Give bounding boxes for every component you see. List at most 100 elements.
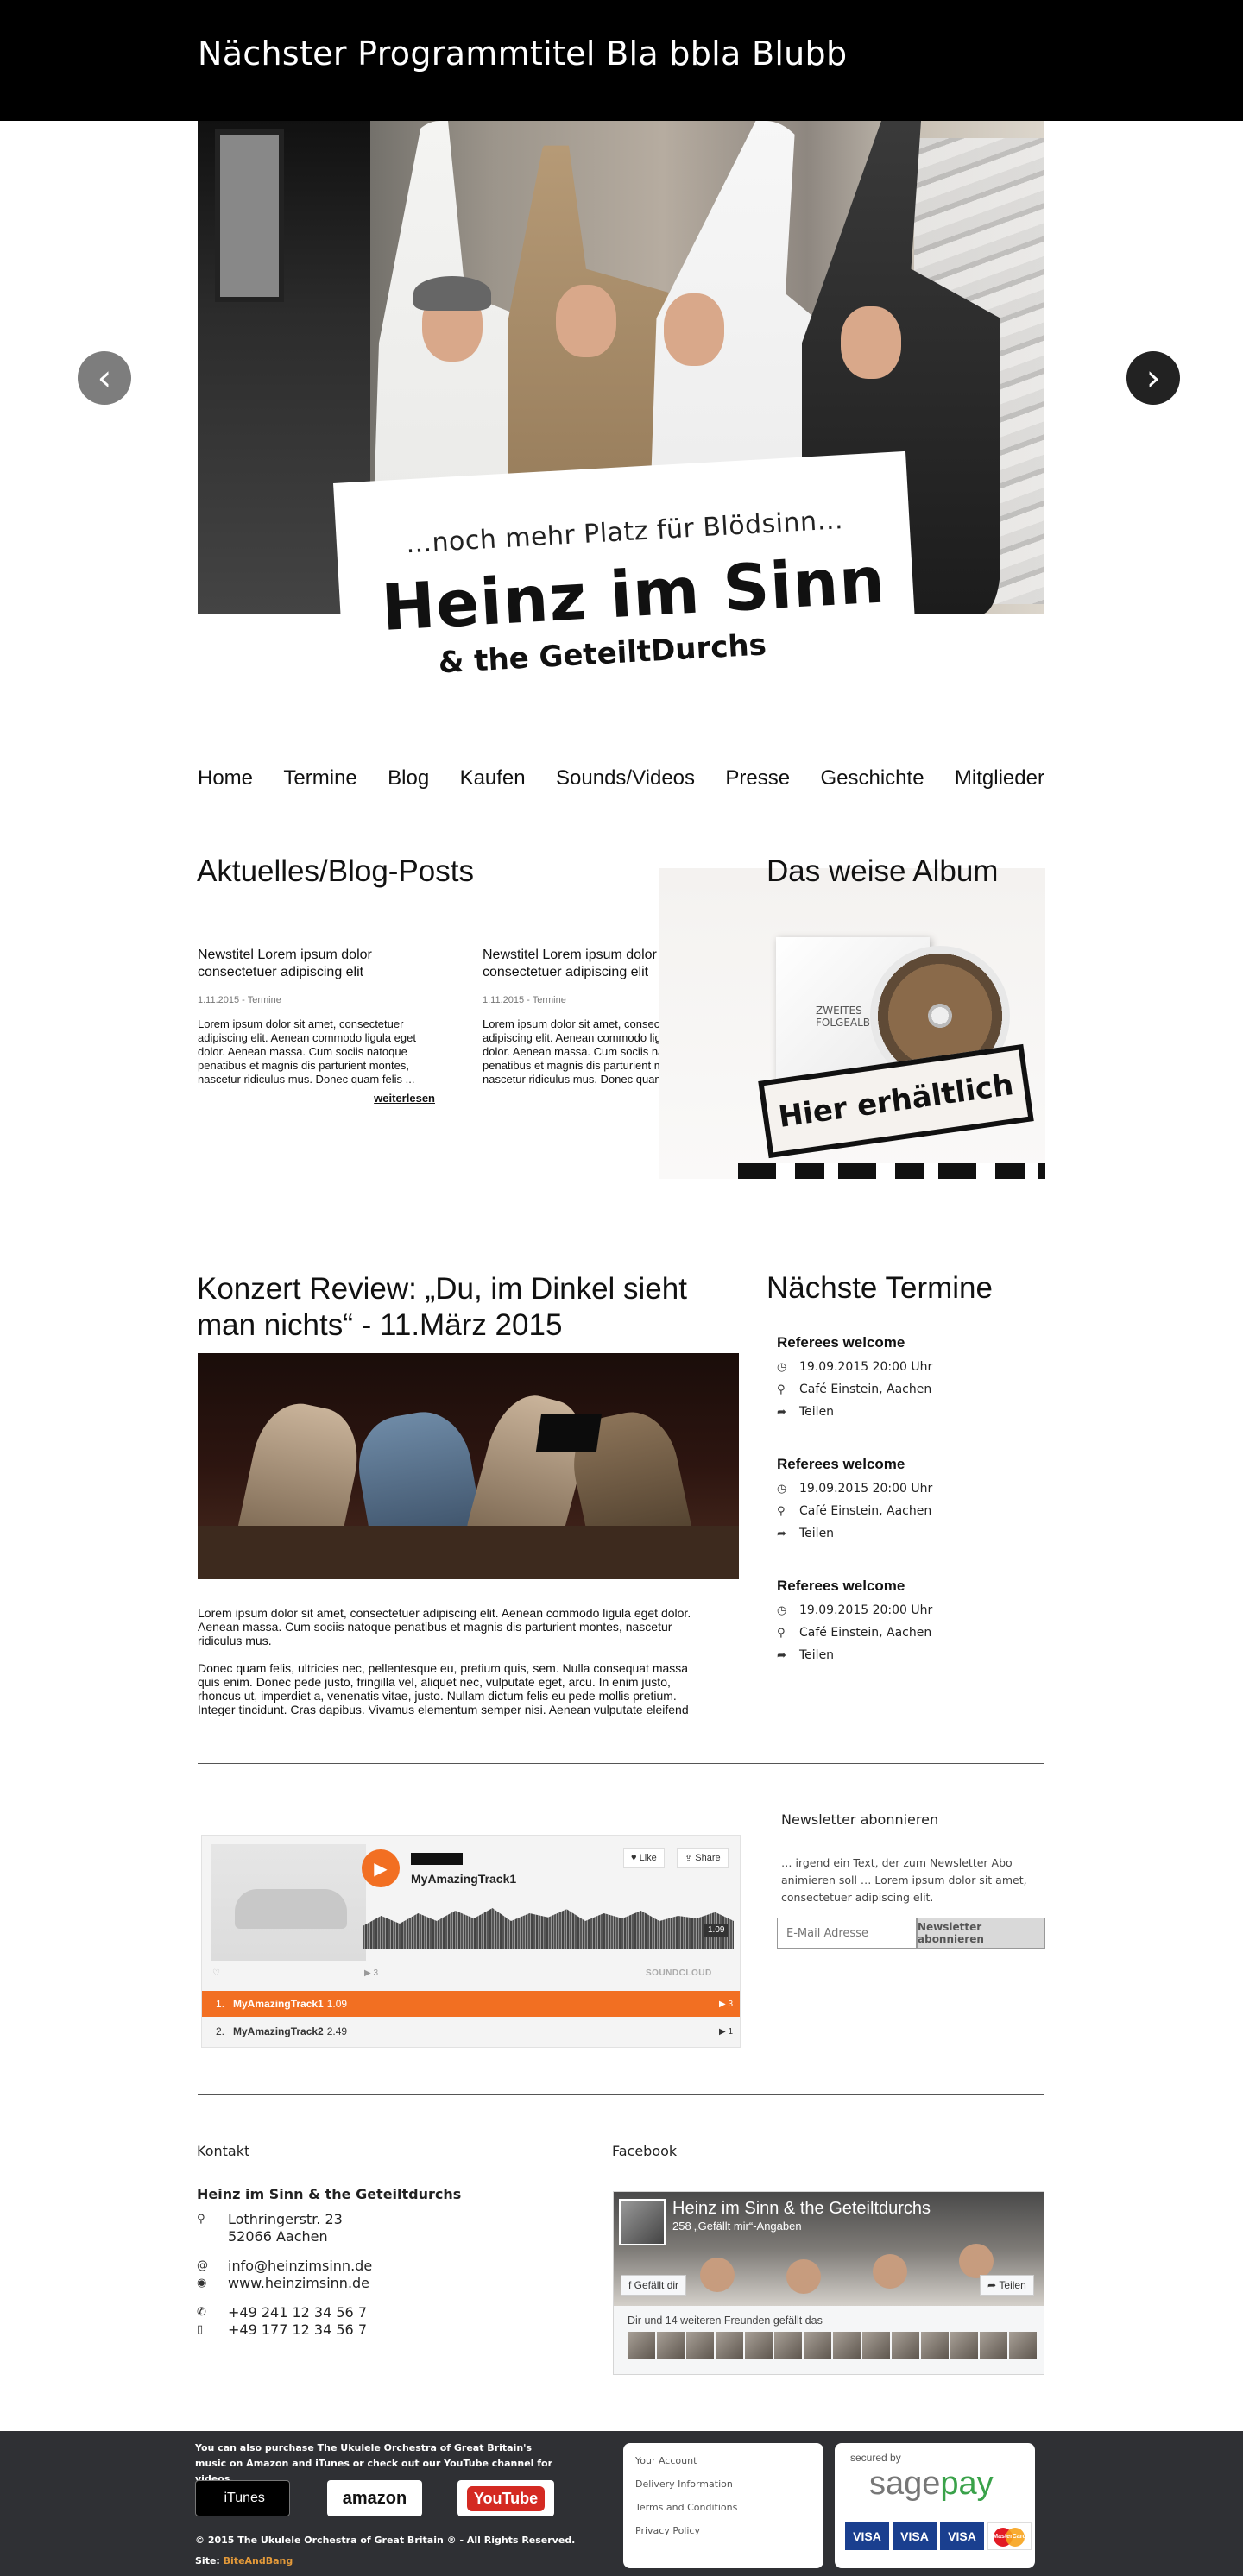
avatar[interactable]	[833, 2332, 861, 2359]
subscribe-button[interactable]: Newsletter abonnieren	[917, 1918, 1045, 1949]
footer-link-delivery[interactable]: Delivery Information	[635, 2478, 823, 2490]
youtube-badge[interactable]: YouTube	[457, 2480, 554, 2516]
share-icon: ➦	[777, 1405, 786, 1419]
payment-badge: secured by sagepay VISA VISA VISA Master…	[835, 2443, 1035, 2568]
read-more-link[interactable]: weiterlesen	[374, 1092, 435, 1105]
share-button[interactable]: ⇪ Share	[677, 1848, 729, 1868]
blog-post: Newstitel Lorem ipsum dolor consectetuer…	[198, 947, 435, 1105]
nav-item-kaufen[interactable]: Kaufen	[460, 766, 526, 790]
post-title[interactable]: Newstitel Lorem ipsum dolor consectetuer…	[198, 947, 435, 981]
site-credit-link[interactable]: BiteAndBang	[224, 2555, 293, 2567]
nav-item-presse[interactable]: Presse	[725, 766, 790, 790]
avatar[interactable]	[716, 2332, 743, 2359]
nav-item-blog[interactable]: Blog	[388, 766, 429, 790]
clock-icon: ◷	[777, 1360, 787, 1374]
track-artwork	[211, 1844, 366, 1961]
newsletter-text: … irgend ein Text, der zum Newsletter Ab…	[781, 1856, 1027, 1904]
contact-label: Kontakt	[197, 2143, 250, 2159]
amazon-badge[interactable]: amazon	[327, 2480, 422, 2516]
event-title[interactable]: Referees welcome	[777, 1456, 1036, 1473]
share-icon: ➦	[987, 2279, 1000, 2291]
visa-card-icon: VISA	[940, 2522, 984, 2550]
facebook-page-avatar[interactable]	[619, 2199, 666, 2245]
avatar[interactable]	[892, 2332, 919, 2359]
avatar[interactable]	[1009, 2332, 1037, 2359]
facebook-widget: Heinz im Sinn & the Geteiltdurchs 258 „G…	[613, 2191, 1044, 2375]
avatar[interactable]	[686, 2332, 714, 2359]
location-pin-icon: ⚲	[777, 1504, 786, 1518]
uploader-name[interactable]	[411, 1853, 463, 1865]
event-datetime: 19.09.2015 20:00 Uhr	[799, 1482, 933, 1496]
like-button[interactable]: ♥ Like	[623, 1848, 665, 1868]
email-field[interactable]	[777, 1918, 917, 1949]
facebook-page-name[interactable]: Heinz im Sinn & the Geteiltdurchs	[672, 2199, 931, 2219]
nav-item-geschichte[interactable]: Geschichte	[820, 766, 924, 790]
contact-website[interactable]: www.heinzimsinn.de	[228, 2275, 369, 2292]
blog-section-title: Aktuelles/Blog-Posts	[197, 854, 474, 888]
mastercard-icon: MasterCard	[987, 2522, 1032, 2550]
nav-item-mitglieder[interactable]: Mitglieder	[955, 766, 1044, 790]
top-bar: Nächster Programmtitel Bla bbla Blubb	[0, 0, 1243, 121]
facebook-likes-count: 258 „Gefällt mir“-Angaben	[672, 2220, 802, 2233]
avatar[interactable]	[950, 2332, 978, 2359]
soundcloud-logo[interactable]: SOUNDCLOUD	[646, 1968, 712, 1978]
phone-icon: ✆	[197, 2306, 206, 2319]
waveform[interactable]	[363, 1908, 734, 1949]
avatar[interactable]	[980, 2332, 1007, 2359]
newsletter-title: Newsletter abonnieren	[781, 1811, 939, 1828]
track-title[interactable]: MyAmazingTrack1	[411, 1872, 516, 1886]
event-datetime: 19.09.2015 20:00 Uhr	[799, 1603, 933, 1617]
avatar[interactable]	[657, 2332, 685, 2359]
album-promo[interactable]: ZWEITES FOLGEALBUM Hier erhältlich	[659, 868, 1045, 1179]
playlist-item[interactable]: 1. MyAmazingTrack1 1.09 ▶ 3	[202, 1991, 740, 2017]
favorite-icon[interactable]: ♡	[212, 1968, 220, 1978]
playlist-item[interactable]: 2. MyAmazingTrack2 2.49 ▶ 1	[202, 2019, 740, 2044]
event-item: Referees welcome ◷ 19.09.2015 20:00 Uhr ⚲…	[777, 1334, 1036, 1419]
footer-link-terms[interactable]: Terms and Conditions	[635, 2502, 823, 2513]
footer-link-privacy[interactable]: Privacy Policy	[635, 2525, 823, 2536]
event-share-button[interactable]: ➦ Teilen	[777, 1405, 1036, 1419]
avatar[interactable]	[774, 2332, 802, 2359]
contact-mobile: +49 177 12 34 56 7	[228, 2321, 367, 2338]
slider-next-button[interactable]: ›	[1126, 351, 1180, 405]
event-location: Café Einstein, Aachen	[799, 1504, 932, 1518]
contact-email[interactable]: info@heinzimsinn.de	[228, 2258, 372, 2275]
share-icon: ➦	[777, 1648, 786, 1662]
event-title[interactable]: Referees welcome	[777, 1578, 1036, 1595]
nav-item-home[interactable]: Home	[198, 766, 253, 790]
contact-name: Heinz im Sinn & the Geteiltdurchs	[197, 2186, 462, 2202]
play-button[interactable]: ▶	[362, 1849, 400, 1887]
soundcloud-player: ▶ MyAmazingTrack1 ♥ Like ⇪ Share 1.09 ♡ …	[201, 1835, 741, 2048]
avatar[interactable]	[804, 2332, 831, 2359]
secured-by-label: secured by	[850, 2452, 901, 2464]
avatar[interactable]	[628, 2332, 655, 2359]
event-share-button[interactable]: ➦ Teilen	[777, 1648, 1036, 1662]
footer-link-account[interactable]: Your Account	[635, 2455, 823, 2466]
events-section-title: Nächste Termine	[767, 1271, 993, 1305]
avatar[interactable]	[862, 2332, 890, 2359]
visa-card-icon: VISA	[893, 2522, 937, 2550]
facebook-like-button[interactable]: f Gefällt dir	[621, 2275, 687, 2296]
main-nav: Home Termine Blog Kaufen Sounds/Videos P…	[198, 766, 1044, 790]
review-title[interactable]: Konzert Review: „Du, im Dinkel sieht man…	[197, 1271, 732, 1344]
itunes-badge[interactable]: iTunes	[195, 2480, 290, 2516]
slider-prev-button[interactable]: ‹	[78, 351, 131, 405]
share-icon: ⇪	[685, 1853, 696, 1864]
avatar[interactable]	[745, 2332, 773, 2359]
nav-item-termine[interactable]: Termine	[283, 766, 356, 790]
location-pin-icon: ⚲	[777, 1382, 786, 1396]
event-datetime: 19.09.2015 20:00 Uhr	[799, 1360, 933, 1374]
music-stand	[535, 1414, 603, 1452]
nav-item-sounds-videos[interactable]: Sounds/Videos	[556, 766, 695, 790]
share-label: Teilen	[799, 1648, 835, 1662]
contact-street: Lothringerstr. 23	[228, 2211, 343, 2227]
event-share-button[interactable]: ➦ Teilen	[777, 1527, 1036, 1540]
card-logos: VISA VISA VISA MasterCard	[845, 2522, 1032, 2550]
avatar[interactable]	[921, 2332, 949, 2359]
location-pin-icon: ⚲	[777, 1626, 786, 1640]
footer-links: Your Account Delivery Information Terms …	[623, 2443, 823, 2568]
footer	[0, 2431, 1243, 2576]
event-title[interactable]: Referees welcome	[777, 1334, 1036, 1351]
facebook-share-button[interactable]: ➦ Teilen	[980, 2275, 1034, 2296]
album-section-title: Das weise Album	[767, 854, 999, 888]
